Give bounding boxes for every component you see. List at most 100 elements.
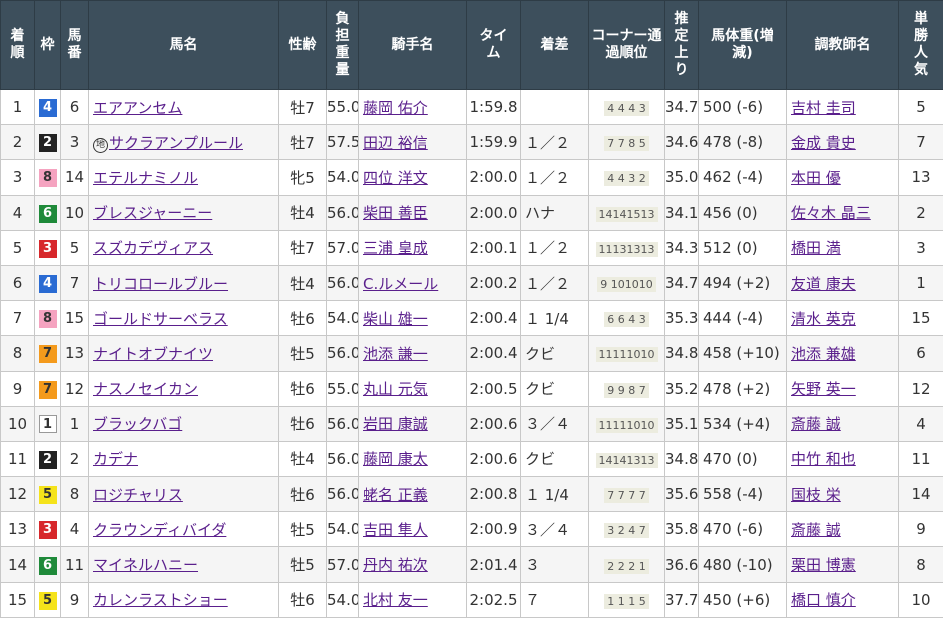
popularity-cell: 8 [898, 546, 943, 583]
horse-name-link[interactable]: カデナ [93, 450, 138, 468]
weight-cell: 56.0 [326, 440, 359, 478]
jockey-link[interactable]: 吉田 隼人 [363, 521, 428, 539]
header-sex-age[interactable]: 性齢 [278, 0, 327, 90]
trainer-link[interactable]: 池添 兼雄 [791, 345, 856, 363]
jockey-link[interactable]: 丹内 祐次 [363, 556, 428, 574]
jockey-link[interactable]: 四位 洋文 [363, 169, 428, 187]
jockey-link[interactable]: C.ルメール [363, 275, 438, 293]
trainer-link[interactable]: 金成 貴史 [791, 134, 856, 152]
trainer-link[interactable]: 斎藤 誠 [791, 415, 841, 433]
header-horse-name[interactable]: 馬名 [88, 0, 279, 90]
waku-badge: 7 [38, 380, 57, 399]
result-row: 14 6 11 マイネルハニー 牡5 57.0 丹内 祐次 2:01.4 ３ 2… [0, 546, 943, 583]
body-weight-cell: 444 (-4) [698, 300, 787, 337]
horse-name-cell: ナスノセイカン [88, 370, 279, 407]
race-results-table: 着順 枠 馬番 馬名 性齢 負担重量 騎手名 タイム 着差 コーナー通過順位 推… [0, 0, 943, 618]
jockey-link[interactable]: 藤岡 康太 [363, 450, 428, 468]
header-time[interactable]: タイム [466, 0, 521, 90]
trainer-link[interactable]: 吉村 圭司 [791, 99, 856, 117]
body-weight-cell: 478 (-8) [698, 124, 787, 161]
jockey-link[interactable]: 岩田 康誠 [363, 415, 428, 433]
horse-name-link[interactable]: エアアンセム [93, 99, 182, 117]
jockey-link[interactable]: 三浦 皇成 [363, 239, 428, 257]
horse-name-link[interactable]: エテルナミノル [93, 169, 198, 187]
horse-name-link[interactable]: カレンラストショー [93, 591, 228, 609]
body-weight-cell: 470 (-6) [698, 511, 787, 548]
corner-positions: 4 4 3 2 [604, 171, 649, 187]
header-popularity[interactable]: 単勝人気 [898, 0, 943, 90]
header-last-3f[interactable]: 推定上り [664, 0, 699, 90]
horse-name-link[interactable]: スズカデヴィアス [93, 239, 213, 257]
weight-cell: 56.0 [326, 335, 359, 372]
header-number[interactable]: 馬番 [60, 0, 89, 90]
waku-cell: 6 [34, 546, 61, 583]
jockey-cell: 蛯名 正義 [358, 476, 467, 513]
weight-cell: 56.0 [326, 264, 359, 302]
trainer-link[interactable]: 栗田 博憲 [791, 556, 856, 574]
horse-name-link[interactable]: ナイトオブナイツ [93, 345, 213, 363]
trainer-link[interactable]: 国枝 栄 [791, 486, 841, 504]
corner-cell: 7 7 8 5 [588, 124, 665, 161]
sex-age-cell: 牡6 [278, 476, 327, 513]
corner-cell: 6 6 4 3 [588, 300, 665, 337]
waku-cell: 8 [34, 300, 61, 337]
popularity-cell: 14 [898, 476, 943, 513]
header-rank[interactable]: 着順 [0, 0, 35, 90]
time-cell: 2:00.6 [466, 440, 521, 478]
horse-name-link[interactable]: マイネルハニー [93, 556, 198, 574]
weight-cell: 57.0 [326, 229, 359, 266]
trainer-link[interactable]: 友道 康夫 [791, 275, 856, 293]
corner-positions: 4 4 4 3 [604, 101, 649, 117]
trainer-link[interactable]: 中竹 和也 [791, 450, 856, 468]
sex-age-cell: 牡5 [278, 546, 327, 583]
header-body-weight[interactable]: 馬体重(増減) [698, 0, 787, 90]
trainer-link[interactable]: 矢野 英一 [791, 380, 856, 398]
sex-age-cell: 牡7 [278, 229, 327, 266]
number-cell: 6 [60, 88, 89, 126]
horse-name-link[interactable]: ナスノセイカン [93, 380, 198, 398]
waku-badge: 7 [38, 345, 57, 364]
horse-name-link[interactable]: トリコロールブルー [93, 275, 228, 293]
jockey-link[interactable]: 藤岡 佑介 [363, 99, 428, 117]
rank-cell: 3 [0, 159, 35, 196]
header-corner[interactable]: コーナー通過順位 [588, 0, 665, 90]
margin-cell: ハナ [520, 194, 589, 231]
horse-name-link[interactable]: ロジチャリス [93, 486, 183, 504]
header-jockey[interactable]: 騎手名 [358, 0, 467, 90]
horse-name-cell: カデナ [88, 440, 279, 478]
horse-name-link[interactable]: ゴールドサーベラス [93, 310, 228, 328]
waku-cell: 3 [34, 511, 61, 548]
waku-cell: 3 [34, 229, 61, 266]
jockey-link[interactable]: 田辺 裕信 [363, 134, 428, 152]
trainer-link[interactable]: 橋田 満 [791, 239, 841, 257]
time-cell: 2:00.1 [466, 229, 521, 266]
jockey-link[interactable]: 柴田 善臣 [363, 204, 428, 222]
trainer-link[interactable]: 本田 優 [791, 169, 841, 187]
popularity-cell: 12 [898, 370, 943, 407]
header-waku[interactable]: 枠 [34, 0, 61, 90]
margin-cell: ７ [520, 581, 589, 618]
body-weight-cell: 534 (+4) [698, 405, 787, 442]
jockey-link[interactable]: 丸山 元気 [363, 380, 428, 398]
jockey-link[interactable]: 柴山 雄一 [363, 310, 428, 328]
horse-name-link[interactable]: ブラックバゴ [93, 415, 182, 433]
margin-cell: １ 1/4 [520, 300, 589, 337]
trainer-link[interactable]: 佐々木 晶三 [791, 204, 871, 222]
header-margin[interactable]: 着差 [520, 0, 589, 90]
horse-name-link[interactable]: サクラアンプルール [109, 134, 243, 152]
trainer-link[interactable]: 清水 英克 [791, 310, 856, 328]
number-cell: 15 [60, 300, 89, 337]
corner-positions: 11111010 [595, 417, 658, 433]
horse-name-cell: トリコロールブルー [88, 264, 279, 302]
horse-name-link[interactable]: クラウンディバイダ [93, 521, 226, 539]
header-weight[interactable]: 負担重量 [326, 0, 359, 90]
jockey-link[interactable]: 蛯名 正義 [363, 486, 428, 504]
horse-name-link[interactable]: ブレスジャーニー [93, 204, 212, 222]
corner-positions: 9 101010 [597, 277, 656, 293]
jockey-link[interactable]: 池添 謙一 [363, 345, 428, 363]
jockey-link[interactable]: 北村 友一 [363, 591, 428, 609]
margin-cell: ３／４ [520, 511, 589, 548]
trainer-link[interactable]: 橋口 慎介 [791, 591, 856, 609]
trainer-link[interactable]: 斎藤 誠 [791, 521, 841, 539]
header-trainer[interactable]: 調教師名 [786, 0, 899, 90]
